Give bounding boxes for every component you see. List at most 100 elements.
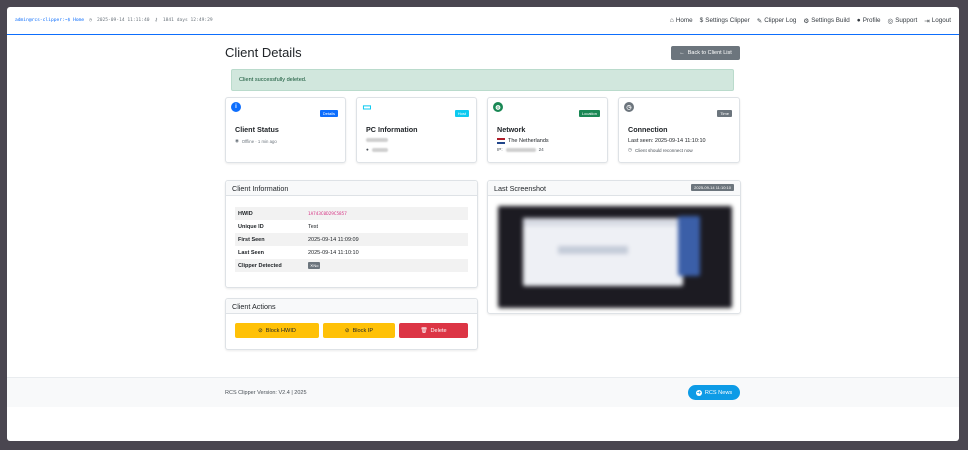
footer: RCS Clipper Version: V2.4 | 2025 ➜ RCS N…	[7, 377, 959, 407]
nav-profile-label: Profile	[862, 17, 881, 24]
last-screenshot-title: Last Screenshot	[494, 183, 546, 193]
delete-label: Delete	[430, 327, 447, 334]
block-hwid-label: Block HWID	[265, 327, 296, 334]
row-key: HWID	[235, 207, 305, 220]
back-button-label: Back to Client List	[687, 50, 732, 56]
last-seen-line: Last seen: 2025-09-14 11:10:10	[628, 138, 706, 144]
lifering-icon: ◎	[887, 17, 894, 25]
row-value: 2025-09-14 11:10:10	[308, 249, 359, 256]
user-icon: ●	[366, 147, 369, 152]
ip-line: IP: 24	[497, 147, 544, 152]
delete-button[interactable]: 🗑 Delete	[399, 323, 468, 338]
main-nav: ⌂ Home $ Settings Clipper ✎ Clipper Log ⚙ Se…	[670, 17, 951, 25]
info-icon: i	[231, 102, 241, 112]
table-row: Unique ID Test	[235, 220, 468, 233]
pc-information-title: PC Information	[366, 125, 418, 134]
nav-settings-build-label: Settings Build	[811, 17, 850, 24]
country-line: The Netherlands	[497, 138, 549, 144]
ip-suffix: 24	[538, 147, 544, 152]
screenshot-blue-panel	[678, 216, 700, 276]
client-information-card: Client Information HWID 1A743C0D29C5857 …	[225, 180, 478, 288]
pencil-icon: ✎	[756, 17, 763, 25]
client-information-header: Client Information	[226, 181, 477, 196]
key-icon: ⚷	[154, 18, 158, 23]
hwid-value: 1A743C0D29C5857	[308, 211, 347, 217]
nav-settings-clipper[interactable]: $ Settings Clipper	[700, 17, 750, 24]
block-ip-label: Block IP	[352, 327, 374, 334]
screenshot-content	[558, 246, 628, 254]
news-arrow-icon: ➜	[695, 389, 702, 396]
client-status-card: i Details Client Status ◉ Offline · 1 mi…	[225, 97, 346, 163]
row-value: 1A743C0D29C5857	[305, 207, 468, 220]
success-alert: Client successfully deleted.	[231, 69, 734, 91]
ban-icon: ⊘	[344, 327, 350, 334]
table-row: First Seen 2025-09-14 11:09:09	[235, 233, 468, 246]
nav-home[interactable]: ⌂ Home	[670, 17, 693, 24]
connection-title: Connection	[628, 125, 668, 134]
row-value: Test	[308, 223, 319, 230]
row-key: Last Seen	[238, 249, 264, 256]
table-row: Last Seen 2025-09-14 11:10:10	[235, 246, 468, 259]
network-title: Network	[497, 125, 526, 134]
ban-icon: ⊘	[258, 327, 263, 334]
ip-label: IP:	[497, 147, 503, 152]
host-badge: Host	[454, 110, 469, 117]
last-screenshot-card: Last Screenshot 2025-09-14 11:10:10	[487, 180, 741, 314]
details-badge: Details	[319, 110, 338, 117]
nav-clipper-log-label: Clipper Log	[764, 17, 797, 24]
rcs-news-label: RCS News	[704, 389, 733, 396]
row-value: 2025-09-14 11:09:09	[305, 233, 468, 246]
top-navbar: admin@rcs-clipper:~$ Home ◷ 2025-09-14 1…	[7, 7, 959, 35]
clipper-detected-value: No	[313, 262, 319, 268]
client-status-value: ◉ Offline · 1 min ago	[235, 138, 277, 144]
block-ip-button[interactable]: ⊘ Block IP	[323, 323, 395, 338]
netherlands-flag-icon	[497, 138, 505, 144]
alert-text: Client successfully deleted.	[239, 77, 307, 83]
table-row: Clipper Detected ✕No	[235, 259, 468, 272]
row-key: First Seen	[235, 233, 305, 246]
screenshot-timestamp-badge: 2025-09-14 11:10:10	[691, 184, 734, 191]
status-dot-icon: ◉	[235, 138, 239, 143]
location-badge: Location	[578, 110, 600, 117]
row-key: Clipper Detected	[235, 259, 305, 272]
nav-clipper-log[interactable]: ✎ Clipper Log	[757, 17, 797, 25]
nav-support-label: Support	[895, 17, 918, 24]
row-value: ✕No	[305, 259, 468, 272]
client-actions-header: Client Actions	[226, 299, 477, 314]
nav-support[interactable]: ◎ Support	[888, 17, 918, 25]
status-text: Offline · 1 min ago	[241, 138, 277, 144]
connection-card: ◷ Time Connection Last seen: 2025-09-14 …	[618, 97, 740, 163]
network-card: ◍ Location Network The Netherlands IP: 2…	[487, 97, 608, 163]
time-badge: Time	[717, 110, 732, 117]
clock-icon: ◷	[624, 102, 634, 112]
gear-icon: ⚙	[803, 17, 810, 25]
pc-name-redacted	[366, 138, 388, 142]
block-hwid-button[interactable]: ⊘ Block HWID	[235, 323, 319, 338]
logout-icon: ⇥	[924, 17, 930, 25]
nav-home-label: Home	[675, 17, 693, 24]
page-title: Client Details	[225, 45, 302, 60]
clipper-detected-badge: ✕No	[308, 261, 321, 269]
screenshot-window-bar	[523, 218, 683, 226]
nav-profile[interactable]: ● Profile	[857, 17, 881, 24]
screenshot-image[interactable]	[498, 206, 732, 308]
trash-icon: 🗑	[420, 327, 428, 334]
dollar-icon: $	[699, 17, 704, 24]
nav-settings-build[interactable]: ⚙ Settings Build	[803, 17, 849, 25]
redacted-pc-name	[366, 138, 388, 142]
nav-settings-clipper-label: Settings Clipper	[705, 17, 750, 24]
nav-logout[interactable]: ⇥ Logout	[924, 17, 951, 25]
pc-user-redacted: ●	[366, 147, 388, 152]
home-icon: ⌂	[669, 17, 674, 24]
monitor-icon: ▭	[362, 101, 372, 113]
globe-icon: ◍	[493, 102, 503, 112]
terminal-prompt: admin@rcs-clipper:~$ Home	[15, 18, 85, 23]
table-row: HWID 1A743C0D29C5857	[235, 207, 468, 220]
back-to-client-list-button[interactable]: ← Back to Client List	[671, 46, 740, 60]
app-window: admin@rcs-clipper:~$ Home ◷ 2025-09-14 1…	[7, 7, 959, 441]
client-actions-card: Client Actions ⊘ Block HWID ⊘ Block IP 🗑…	[225, 298, 478, 350]
clock-small-icon: ◷	[628, 147, 633, 152]
current-datetime: 2025-09-14 11:11:40	[96, 18, 150, 23]
rcs-news-button[interactable]: ➜ RCS News	[688, 385, 740, 400]
clock-icon: ◷	[89, 18, 92, 23]
